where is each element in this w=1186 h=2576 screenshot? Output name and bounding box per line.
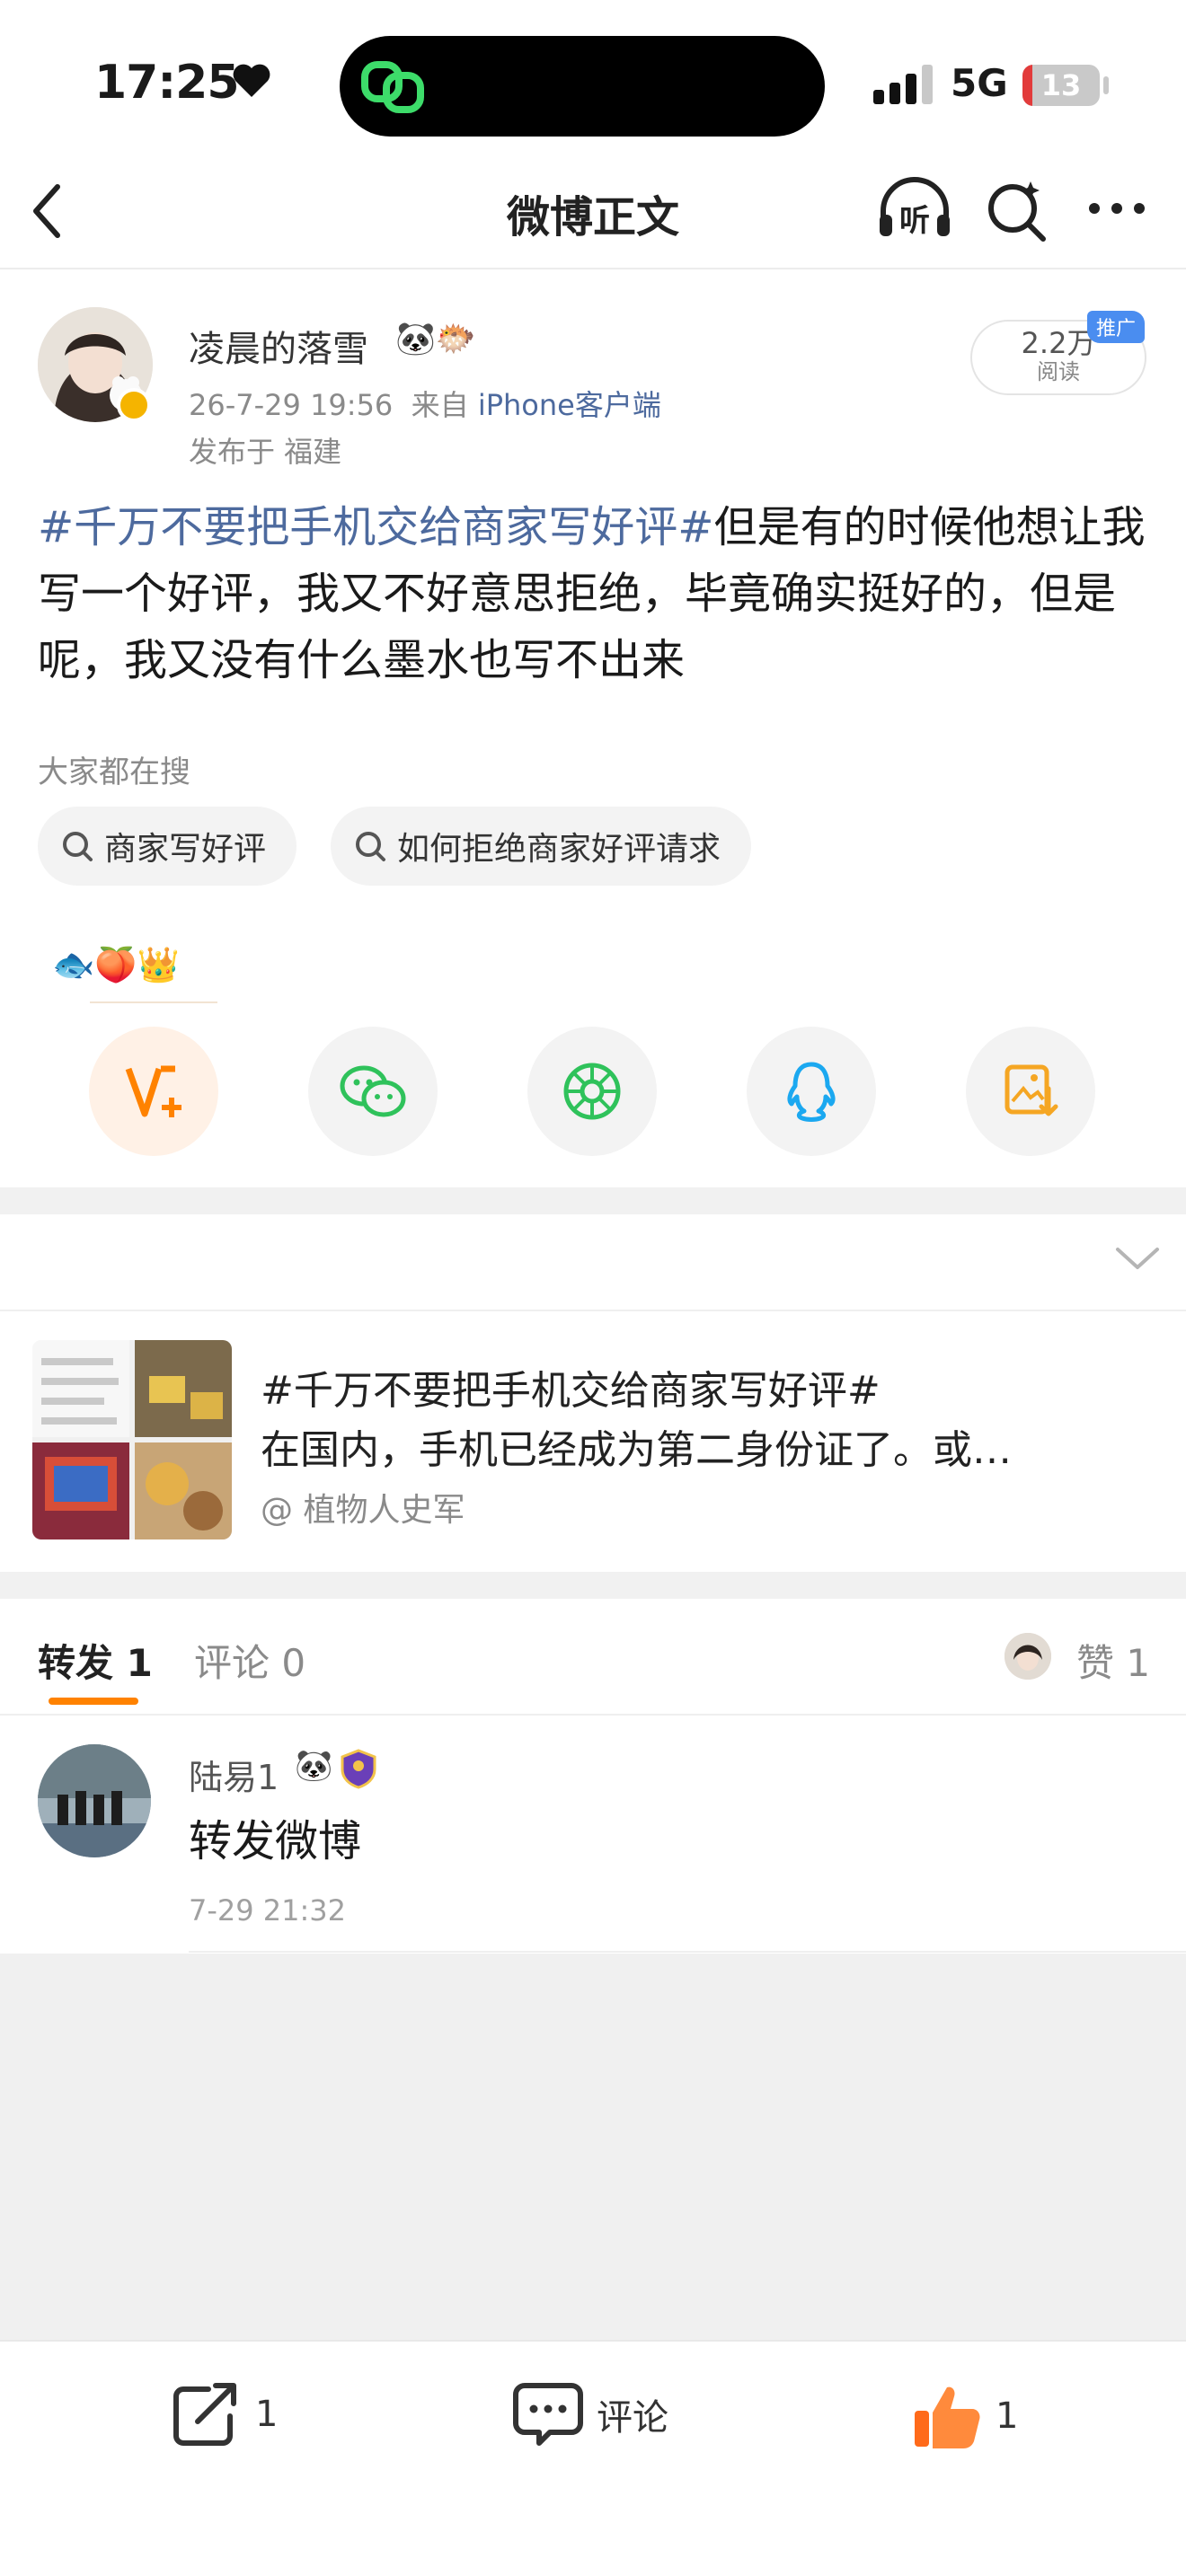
qq-icon — [787, 1062, 836, 1122]
repost-time: 7-29 21:32 — [189, 1893, 347, 1928]
search-suggest-heading: 大家都在搜 — [38, 754, 190, 790]
divider — [0, 1310, 1186, 1311]
bottom-like-button[interactable]: 1 — [911, 2380, 1018, 2452]
tab-comment-label: 评论 — [194, 1641, 270, 1685]
save-image-icon — [1005, 1064, 1058, 1116]
author-emoji: 🐼🐡 — [395, 321, 476, 357]
island-app-icon — [359, 59, 428, 119]
tab-repost-label: 转发 — [38, 1641, 114, 1685]
post-hashtag[interactable]: #千万不要把手机交给商家写好评# — [38, 502, 713, 552]
battery-cap — [1103, 76, 1109, 94]
search-chip[interactable]: 如何拒绝商家好评请求 — [331, 807, 752, 886]
divider — [189, 1951, 1186, 1953]
bottom-action-bar — [0, 2340, 1186, 2576]
share-save-image-button[interactable] — [966, 1027, 1095, 1156]
share-vplus-button[interactable] — [89, 1027, 218, 1156]
repost-icon — [173, 2383, 236, 2446]
reaction-underline — [90, 1001, 217, 1003]
repost-text: 转发微博 — [189, 1816, 362, 1866]
related-title[interactable]: #千万不要把手机交给商家写好评# — [261, 1358, 881, 1416]
heart-icon — [232, 63, 271, 102]
repost-avatar[interactable] — [38, 1744, 151, 1857]
bottom-repost-button[interactable]: 1 — [171, 2380, 278, 2448]
search-chip[interactable]: 商家写好评 — [38, 807, 297, 886]
post-meta: 26-7-29 19:56 来自 iPhone客户端 — [189, 383, 661, 424]
tab-comment[interactable]: 评论 0 — [194, 1633, 305, 1688]
divider — [0, 1714, 1186, 1716]
nav-divider — [0, 268, 1186, 269]
network-label: 5G — [951, 61, 1008, 105]
wechat-icon — [340, 1065, 406, 1117]
related-excerpt[interactable]: 在国内，手机已经成为第二身份证了。或… — [261, 1417, 1141, 1475]
search-chip-label: 如何拒绝商家好评请求 — [397, 831, 721, 868]
author-name[interactable]: 凌晨的落雪 — [189, 320, 368, 372]
listen-button[interactable]: 听 — [876, 175, 953, 247]
vplus-icon — [125, 1065, 181, 1117]
related-author[interactable]: @ 植物人史军 — [261, 1484, 465, 1531]
post-date: 26-7-29 19:56 — [189, 388, 394, 422]
bottom-comment-label: 评论 — [597, 2397, 668, 2439]
bottom-repost-count: 1 — [255, 2394, 279, 2435]
liker-avatar[interactable] — [1005, 1633, 1051, 1680]
moments-icon — [563, 1063, 621, 1120]
search-icon — [63, 832, 93, 861]
member-shield-icon — [338, 1748, 379, 1793]
related-thumbnail[interactable] — [32, 1340, 232, 1539]
more-button[interactable] — [1085, 199, 1148, 221]
verified-badge-icon — [117, 388, 151, 422]
signal-icon — [872, 65, 934, 108]
reads-label: 阅读 — [1037, 359, 1080, 384]
empty-area — [0, 1954, 1186, 2340]
tab-repost[interactable]: 转发 1 — [38, 1633, 153, 1688]
tab-indicator — [49, 1698, 138, 1705]
search-icon — [356, 832, 385, 861]
thumbs-up-icon — [915, 2386, 980, 2448]
tab-like-label: 赞 — [1076, 1641, 1115, 1685]
tab-like-count: 1 — [1126, 1641, 1151, 1685]
repost-emoji: 🐼 — [295, 1748, 333, 1784]
section-gap — [0, 1187, 1186, 1214]
tab-repost-count: 1 — [126, 1641, 153, 1685]
post-source[interactable]: iPhone客户端 — [478, 388, 661, 422]
share-qq-button[interactable] — [747, 1027, 876, 1156]
battery-level: 13 — [1040, 68, 1082, 102]
tab-comment-count: 0 — [281, 1641, 306, 1685]
post-location: 发布于 福建 — [189, 435, 342, 469]
battery-icon: 13 — [1022, 65, 1100, 106]
search-icon — [988, 181, 1046, 242]
search-chip-label: 商家写好评 — [104, 831, 267, 868]
section-gap — [0, 1572, 1186, 1599]
more-icon — [1089, 203, 1145, 214]
listen-glyph: 听 — [899, 203, 930, 239]
share-moments-button[interactable] — [527, 1027, 657, 1156]
status-time: 17:25 — [94, 56, 240, 110]
bottom-like-count: 1 — [996, 2395, 1019, 2437]
comment-icon — [513, 2383, 583, 2446]
collapse-chevron-icon[interactable] — [1114, 1244, 1161, 1276]
search-button[interactable] — [984, 178, 1050, 248]
promo-tag: 推广 — [1087, 311, 1146, 343]
post-source-prefix: 来自 — [411, 388, 469, 422]
bottom-comment-button[interactable]: 评论 — [512, 2380, 668, 2448]
reaction-emojis[interactable]: 🐟🍑👑 — [52, 945, 180, 985]
tab-like[interactable]: 赞 1 — [1076, 1633, 1150, 1688]
listen-icon: 听 — [880, 177, 950, 239]
post-text: #千万不要把手机交给商家写好评#但是有的时候他想让我写一个好评，我又不好意思拒绝… — [38, 494, 1152, 693]
repost-name[interactable]: 陆易1 — [189, 1750, 279, 1799]
share-wechat-button[interactable] — [308, 1027, 438, 1156]
